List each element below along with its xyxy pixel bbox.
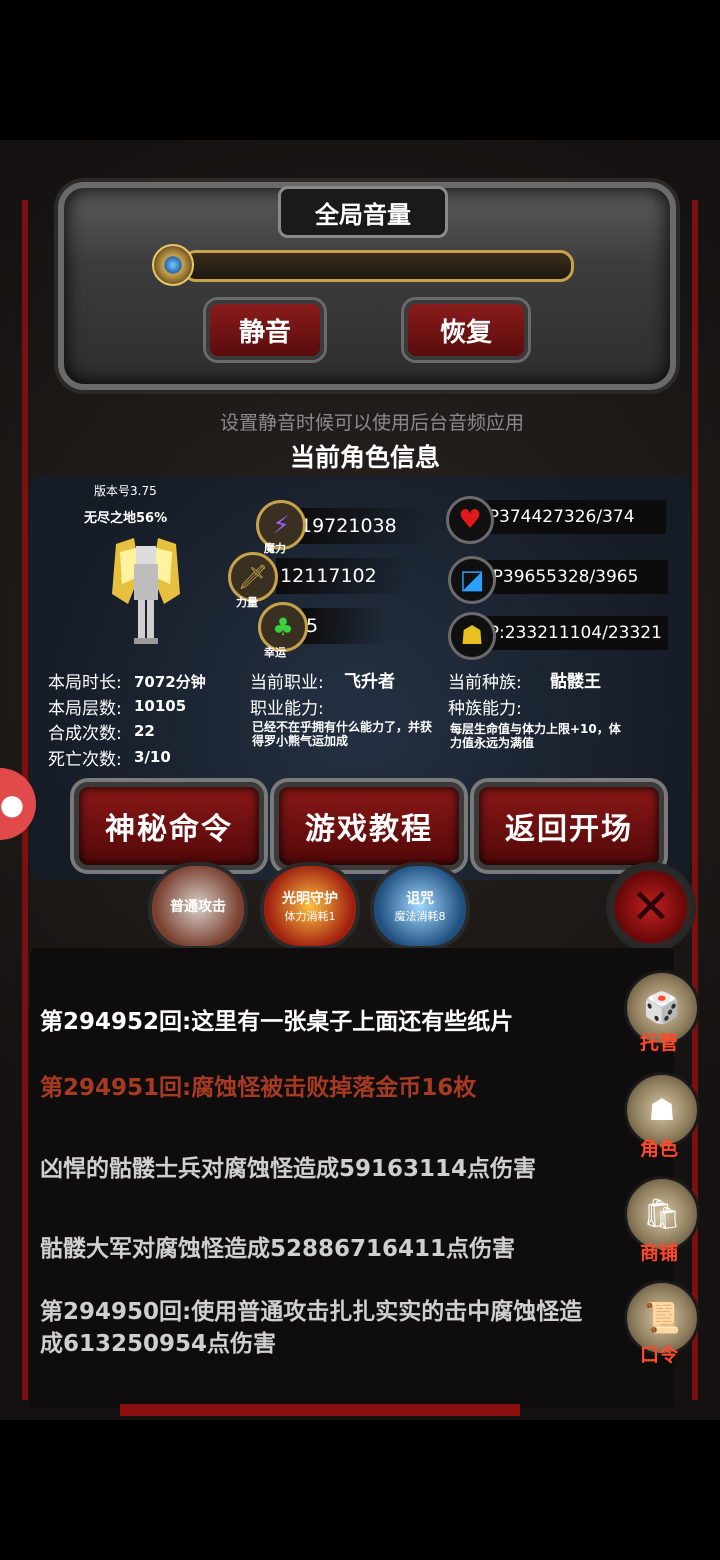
character-section-title: 当前角色信息 [289, 443, 440, 472]
volume-hint: 设置静音时候可以使用后台音频应用 [219, 412, 524, 434]
mp-value: MP39655328/3965 [478, 560, 668, 594]
time-value: 7072分钟 [134, 673, 206, 691]
job-ability-text: 已经不在乎拥有什么能力了，并获得罗小熊气运加成 [252, 720, 433, 748]
secret-command-button[interactable]: 神秘命令 [74, 782, 264, 870]
heart-icon: ♥ [446, 496, 494, 544]
log-line: 第294950回:使用普通攻击扎扎实实的击中腐蚀怪造成613250954点伤害 [40, 1299, 583, 1357]
user-icon: ● [0, 787, 25, 821]
magic-value: 19721038 [296, 508, 430, 544]
sp-value: SP:233211104/23321 [478, 616, 668, 650]
log-line: 骷髅大军对腐蚀怪造成52886716411点伤害 [40, 1236, 516, 1262]
luck-value: 5 [302, 608, 386, 644]
skill-name: 诅咒 [406, 891, 434, 907]
dice-icon: 🎲 [643, 990, 681, 1026]
craft-label: 合成次数: [48, 724, 122, 744]
volume-title: 全局音量 [278, 186, 448, 238]
close-button[interactable]: ✕ [606, 862, 696, 952]
back-to-start-button[interactable]: 返回开场 [474, 782, 664, 870]
job-ability-label: 职业能力: [250, 699, 324, 719]
skill-cost: 体力消耗1 [284, 910, 336, 923]
luck-label: 幸运 [264, 646, 286, 659]
character-avatar [112, 538, 180, 644]
skill-name: 普通攻击 [170, 899, 226, 915]
bottom-accent [120, 1404, 520, 1416]
log-line: 凶悍的骷髅士兵对腐蚀怪造成59163114点伤害 [40, 1156, 537, 1182]
magic-label: 魔力 [264, 542, 286, 555]
tutorial-button[interactable]: 游戏教程 [274, 782, 464, 870]
skill-curse[interactable]: 诅咒 魔法消耗8 [370, 862, 470, 950]
death-label: 死亡次数: [48, 750, 122, 770]
mana-bottle-icon: ◪ [448, 556, 496, 604]
skill-normal-attack[interactable]: 普通攻击 [148, 862, 248, 950]
time-label: 本局时长: [48, 673, 122, 693]
volume-slider[interactable] [182, 250, 574, 282]
race-value: 骷髅王 [550, 672, 601, 692]
job-value: 飞升者 [344, 672, 395, 692]
character-label: 角色 [639, 1138, 678, 1160]
skill-light-guard[interactable]: 光明守护 体力消耗1 [260, 862, 360, 950]
race-label: 当前种族: [448, 673, 522, 693]
close-icon: ✕ [630, 879, 672, 935]
mute-button[interactable]: 静音 [206, 300, 324, 360]
scroll-icon: 📜 [643, 1300, 681, 1336]
hp-value: HP374427326/374 [476, 500, 666, 534]
zone-progress: 无尽之地56% [84, 511, 168, 526]
skill-cost: 魔法消耗8 [394, 910, 446, 923]
power-value: 12117102 [276, 558, 410, 594]
version-label: 版本号3.75 [94, 484, 157, 498]
auto-play-label: 托管 [639, 1032, 678, 1054]
floors-label: 本局层数: [48, 699, 122, 719]
shop-icon: 🛍 [642, 1196, 682, 1232]
power-label: 力量 [236, 596, 258, 609]
hooded-figure-icon: ☗ [648, 1092, 676, 1128]
floors-value: 10105 [134, 697, 187, 715]
death-value: 3/10 [134, 748, 171, 766]
craft-value: 22 [134, 722, 155, 740]
log-line: 第294951回:腐蚀怪被击败掉落金币16枚 [40, 1075, 477, 1101]
password-label: 口令 [639, 1344, 678, 1366]
stamina-icon: ☗ [448, 612, 496, 660]
log-line: 第294952回:这里有一张桌子上面还有些纸片 [40, 1009, 514, 1035]
race-ability-label: 种族能力: [448, 699, 522, 719]
skill-name: 光明守护 [282, 891, 338, 907]
race-ability-text: 每层生命值与体力上限+10，体力值永远为满值 [450, 722, 621, 750]
job-label: 当前职业: [250, 673, 324, 693]
shop-label: 商铺 [639, 1242, 678, 1264]
volume-slider-knob[interactable] [152, 244, 194, 286]
restore-button[interactable]: 恢复 [404, 300, 528, 360]
